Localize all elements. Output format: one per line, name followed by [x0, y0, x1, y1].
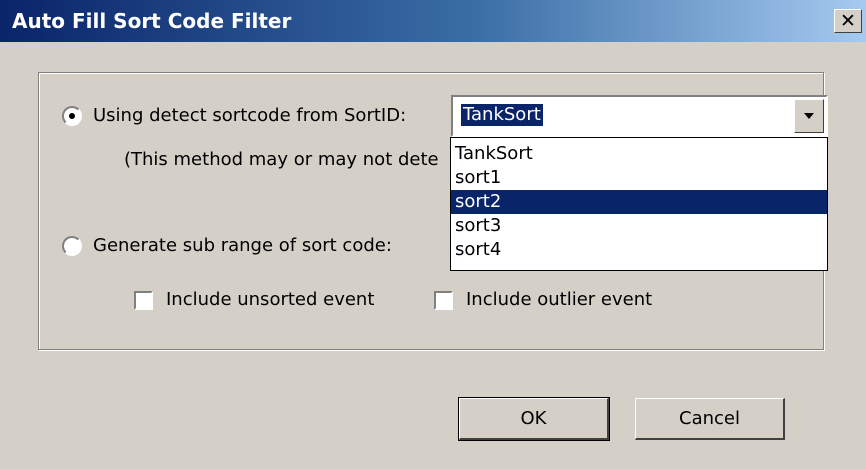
ok-button[interactable]: OK — [458, 397, 610, 441]
dropdown-item-sort1[interactable]: sort1 — [451, 166, 827, 190]
sortid-combobox[interactable]: TankSort — [451, 95, 828, 137]
title-bar: Auto Fill Sort Code Filter ✕ — [0, 0, 866, 42]
close-button[interactable]: ✕ — [834, 9, 862, 33]
detect-sortcode-label[interactable]: Using detect sortcode from SortID: — [93, 105, 406, 126]
dropdown-button[interactable] — [794, 99, 824, 133]
include-unsorted-label[interactable]: Include unsorted event — [166, 289, 374, 310]
window-title: Auto Fill Sort Code Filter — [12, 9, 292, 33]
include-unsorted-checkbox[interactable] — [134, 291, 153, 310]
cancel-button[interactable]: Cancel — [635, 398, 785, 440]
chevron-down-icon — [804, 113, 814, 119]
close-icon: ✕ — [840, 9, 856, 32]
include-outlier-checkbox[interactable] — [434, 291, 453, 310]
sortid-combobox-value: TankSort — [461, 104, 543, 126]
include-outlier-label[interactable]: Include outlier event — [466, 289, 652, 310]
generate-subrange-radio[interactable] — [62, 236, 82, 256]
detect-note-text: (This method may or may not dete — [124, 149, 439, 170]
dropdown-item-sort4[interactable]: sort4 — [451, 238, 827, 262]
dropdown-item-sort3[interactable]: sort3 — [451, 214, 827, 238]
sortid-dropdown-list: TankSort sort1 sort2 sort3 sort4 — [450, 137, 828, 271]
detect-sortcode-radio[interactable] — [62, 106, 82, 126]
dropdown-item-sort2[interactable]: sort2 — [451, 190, 827, 214]
dropdown-item-tanksort[interactable]: TankSort — [451, 142, 827, 166]
generate-subrange-label[interactable]: Generate sub range of sort code: — [93, 235, 392, 256]
